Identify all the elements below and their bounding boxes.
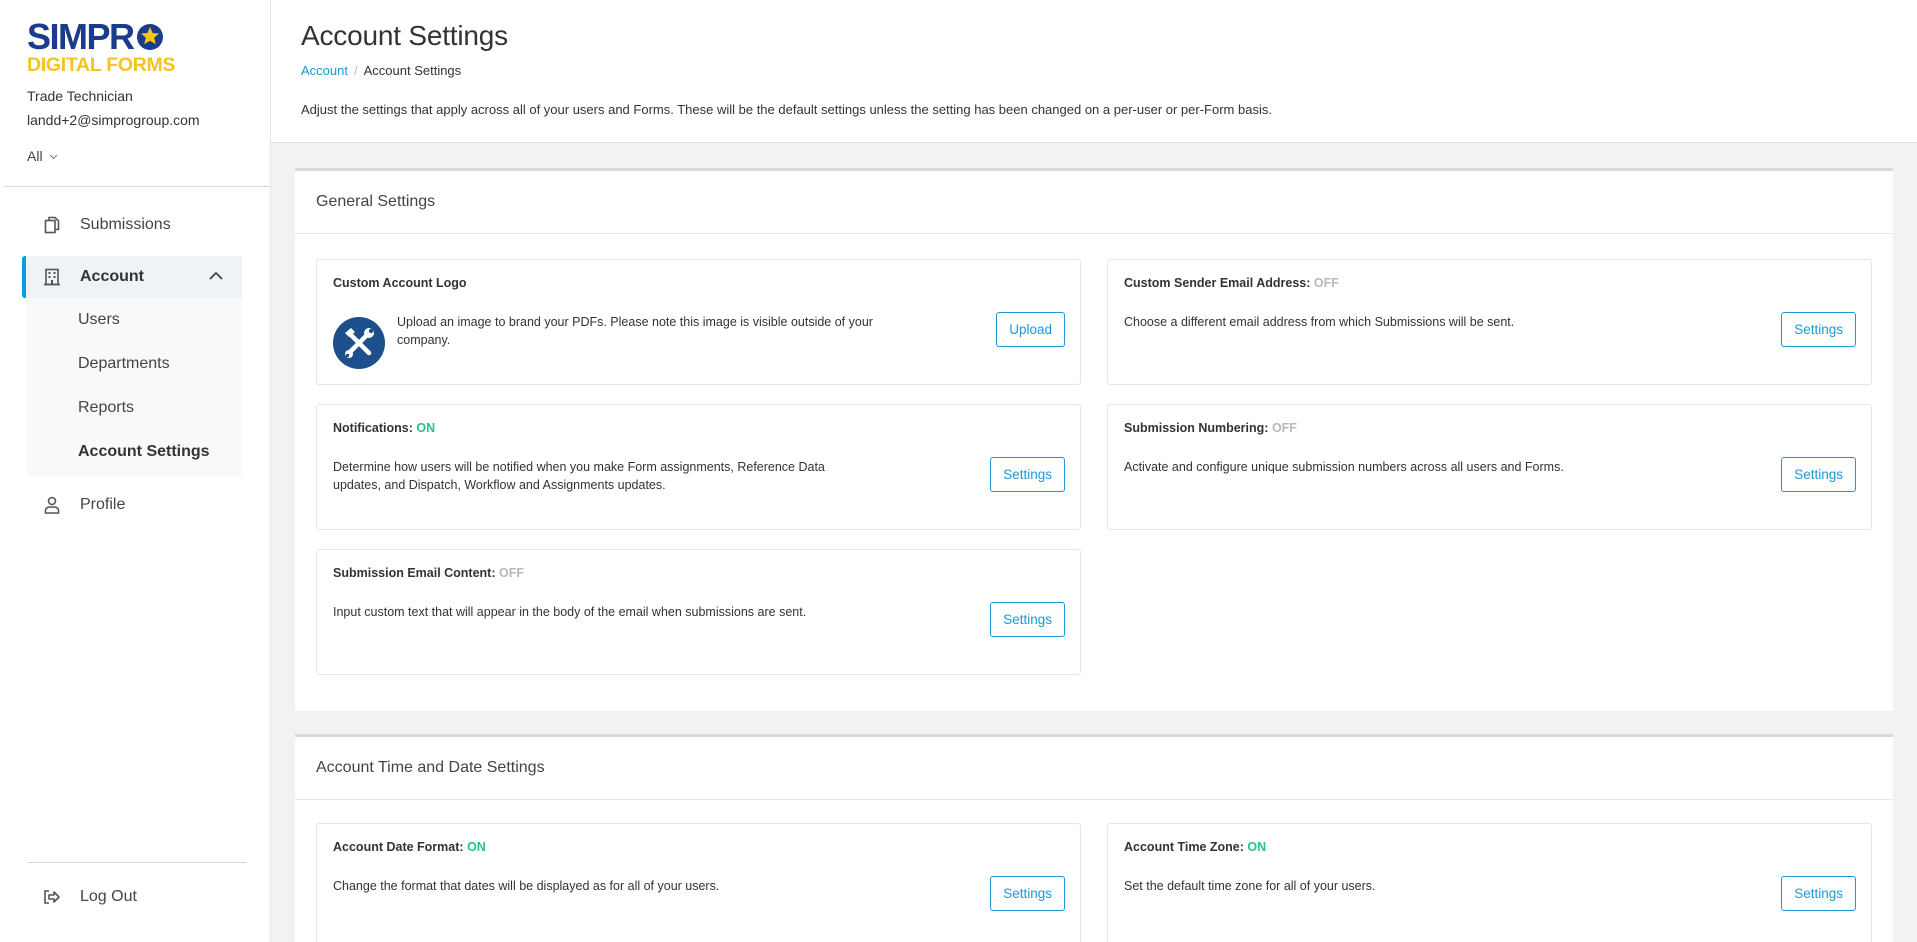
user-icon [42, 495, 62, 515]
general-settings-panel: General Settings Custom Account Logo Upl… [295, 168, 1893, 711]
card-title-text: Submission Email Content: [333, 566, 496, 580]
logout-label: Log Out [80, 888, 137, 905]
sidebar-divider [3, 186, 270, 187]
logo-wordmark: SIMPR [27, 16, 135, 57]
page-description: Adjust the settings that apply across al… [301, 102, 1272, 117]
user-role: Trade Technician [27, 88, 133, 104]
status-badge: OFF [1313, 276, 1339, 290]
sidebar-item-label: Profile [80, 496, 126, 513]
logo-gear-icon [136, 24, 163, 50]
sidebar-subitem-account-settings[interactable]: Account Settings [78, 443, 210, 461]
sidebar-subitem-departments[interactable]: Departments [78, 355, 170, 373]
breadcrumb-separator: / [353, 63, 358, 78]
card-title: Account Time Zone: ON [1124, 840, 1266, 854]
time-zone-settings-button[interactable]: Settings [1781, 876, 1856, 911]
chevron-down-icon [49, 154, 57, 159]
company-filter-dropdown[interactable]: All [27, 148, 58, 164]
card-title: Account Date Format: ON [333, 840, 486, 854]
logout-icon [42, 887, 62, 907]
card-description: Change the format that dates will be dis… [333, 879, 720, 893]
notifications-settings-button[interactable]: Settings [990, 457, 1065, 492]
card-title: Custom Account Logo [333, 276, 467, 290]
sidebar-item-label: Submissions [80, 216, 171, 233]
sender-email-settings-button[interactable]: Settings [1781, 312, 1856, 347]
copy-icon [42, 215, 62, 235]
filter-value: All [27, 148, 43, 164]
breadcrumb: Account / Account Settings [301, 63, 461, 78]
card-custom-account-logo: Custom Account Logo Upload an image to b… [316, 259, 1081, 385]
status-badge: OFF [499, 566, 524, 580]
breadcrumb-current: Account Settings [363, 63, 462, 78]
card-title: Submission Numbering: OFF [1124, 421, 1297, 435]
card-description: Choose a different email address from wh… [1124, 315, 1515, 329]
sidebar-item-account[interactable]: Account [22, 256, 242, 298]
sidebar: SIMPR DIGITAL FORMS Trade Technician lan… [0, 0, 271, 942]
card-notifications: Notifications: ON Determine how users wi… [316, 404, 1081, 530]
card-description: Activate and configure unique submission… [1124, 460, 1564, 474]
submission-numbering-settings-button[interactable]: Settings [1781, 457, 1856, 492]
date-format-settings-button[interactable]: Settings [990, 876, 1065, 911]
building-icon [42, 267, 62, 287]
card-submission-numbering: Submission Numbering: OFF Activate and c… [1107, 404, 1872, 530]
card-description: Set the default time zone for all of you… [1124, 879, 1376, 893]
page-title: Account Settings [301, 20, 508, 51]
user-email: landd+2@simprogroup.com [27, 112, 200, 128]
sidebar-subitem-users[interactable]: Users [78, 311, 120, 329]
card-description: Determine how users will be notified whe… [333, 460, 825, 492]
breadcrumb-account-link[interactable]: Account [301, 63, 348, 78]
card-account-date-format: Account Date Format: ON Change the forma… [316, 823, 1081, 942]
card-description: Input custom text that will appear in th… [333, 605, 807, 619]
sidebar-divider [27, 862, 246, 863]
panel-title: Account Time and Date Settings [295, 737, 1893, 800]
card-title: Custom Sender Email Address: OFF [1124, 276, 1339, 290]
sidebar-item-submissions[interactable]: Submissions [22, 204, 242, 246]
card-title: Notifications: ON [333, 421, 435, 435]
status-badge: ON [1247, 840, 1267, 854]
status-badge: ON [467, 840, 486, 854]
panel-title: General Settings [295, 171, 1893, 234]
card-description: Upload an image to brand your PDFs. Plea… [397, 315, 873, 347]
sidebar-item-label: Account [80, 268, 144, 285]
card-custom-sender-email: Custom Sender Email Address: OFF Choose … [1107, 259, 1872, 385]
card-title: Submission Email Content: OFF [333, 566, 524, 580]
chevron-up-icon[interactable] [208, 268, 224, 284]
time-date-settings-panel: Account Time and Date Settings Account D… [295, 734, 1893, 942]
logout-button[interactable]: Log Out [22, 876, 242, 918]
logo-subtitle: DIGITAL FORMS [27, 54, 176, 76]
sidebar-item-profile[interactable]: Profile [22, 484, 242, 526]
card-title-text: Account Time Zone: [1124, 840, 1244, 854]
card-title-text: Custom Sender Email Address: [1124, 276, 1311, 290]
status-badge: ON [416, 421, 436, 435]
upload-logo-button[interactable]: Upload [996, 312, 1065, 347]
status-badge: OFF [1271, 421, 1297, 435]
simpro-logo[interactable]: SIMPR DIGITAL FORMS [27, 19, 179, 77]
card-title-text: Account Date Format: [333, 840, 464, 854]
sidebar-subitem-reports[interactable]: Reports [78, 399, 134, 417]
card-title-text: Submission Numbering: [1124, 421, 1269, 435]
card-account-time-zone: Account Time Zone: ON Set the default ti… [1107, 823, 1872, 942]
card-title-text: Notifications: [333, 421, 413, 435]
page-header: Account Settings Account / Account Setti… [271, 0, 1917, 143]
card-submission-email-content: Submission Email Content: OFF Input cust… [316, 549, 1081, 675]
tools-logo-icon [333, 317, 385, 369]
email-content-settings-button[interactable]: Settings [990, 602, 1065, 637]
